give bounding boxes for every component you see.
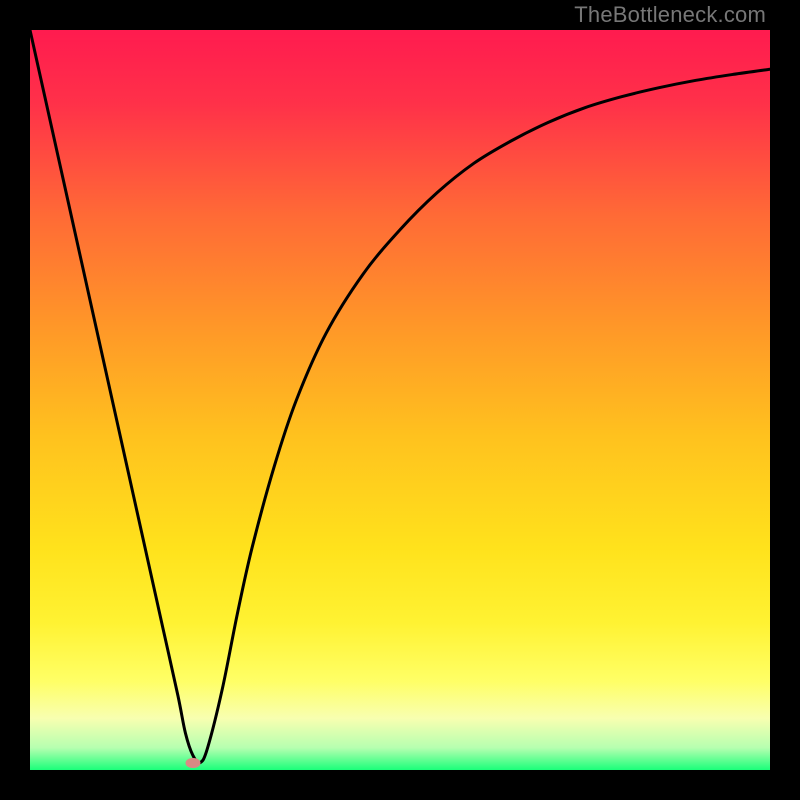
plot-area <box>30 30 770 770</box>
curve-layer <box>30 30 770 770</box>
chart-frame: TheBottleneck.com <box>0 0 800 800</box>
optimal-point-marker <box>185 758 200 768</box>
bottleneck-curve <box>30 30 770 763</box>
watermark-text: TheBottleneck.com <box>574 2 766 28</box>
